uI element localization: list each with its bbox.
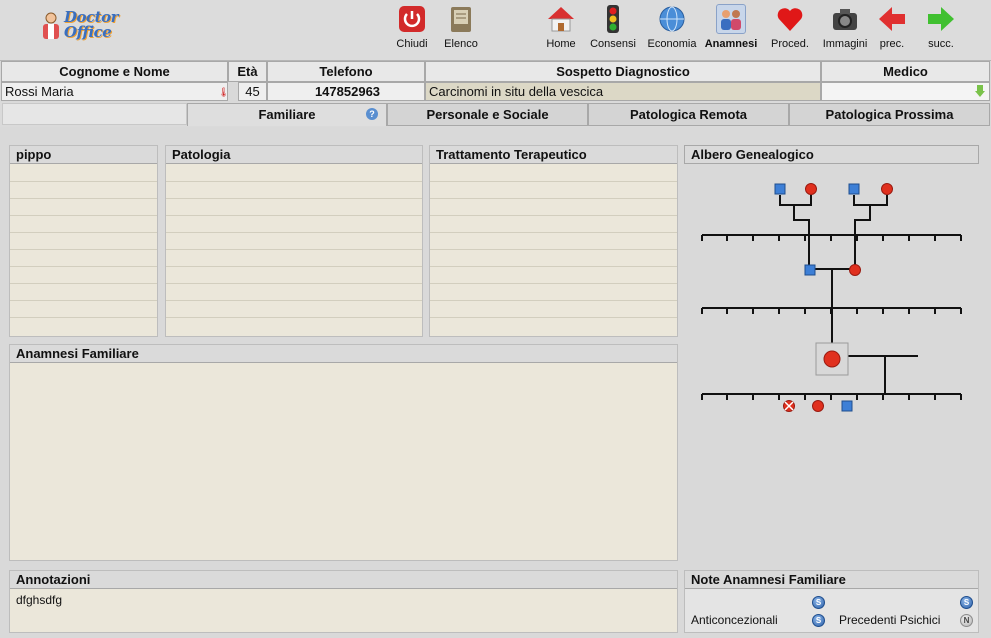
note-anamnesi-header: Note Anamnesi Familiare	[685, 571, 978, 589]
elenco-label: Elenco	[444, 38, 478, 50]
tab-prossima[interactable]: Patologica Prossima	[789, 103, 990, 126]
doctor-icon	[43, 12, 59, 39]
family-icon	[716, 4, 746, 34]
arrow-down-icon	[975, 85, 985, 97]
annotazioni-panel: Annotazioni dfghsdfg	[9, 570, 678, 633]
help-icon[interactable]: ?	[366, 108, 378, 120]
toolbar: Doctor Office Chiudi Elenco Home Consens…	[0, 0, 991, 61]
list-book-icon	[446, 4, 476, 34]
anamnesi-familiare-header: Anamnesi Familiare	[10, 345, 677, 363]
arrow-left-icon	[877, 4, 907, 34]
arrow-right-icon	[926, 4, 956, 34]
child-male-node[interactable]	[841, 400, 853, 412]
tab-familiare[interactable]: Familiare ?	[187, 103, 387, 126]
patient-name: Rossi Maria	[5, 84, 74, 99]
proced-button[interactable]: Proced.	[762, 4, 818, 56]
annotazioni-textarea[interactable]: dfghsdfg	[10, 589, 677, 632]
note-anamnesi-panel: Note Anamnesi Familiare S S Anticoncezio…	[684, 570, 979, 633]
grandfather-left-node[interactable]	[774, 183, 786, 195]
header-age: Età	[228, 61, 267, 82]
anamnesi-familiare-textarea[interactable]	[10, 363, 677, 560]
consensi-label: Consensi	[590, 38, 636, 50]
header-doctor: Medico	[821, 61, 990, 82]
grandfather-right-node[interactable]	[848, 183, 860, 195]
anamnesi-label: Anamnesi	[704, 38, 758, 50]
economia-button[interactable]: Economia	[644, 4, 700, 56]
economia-label: Economia	[647, 38, 697, 50]
anamnesi-button[interactable]: Anamnesi	[703, 4, 759, 56]
heart-icon	[775, 4, 805, 34]
mother-node[interactable]	[849, 264, 861, 276]
elenco-button[interactable]: Elenco	[433, 4, 489, 56]
globe-icon	[657, 4, 687, 34]
succ-label: succ.	[928, 38, 954, 50]
logo-line-2: Office	[64, 23, 112, 41]
column-trattamento-header: Trattamento Terapeutico	[430, 146, 677, 164]
column-trattamento[interactable]: Trattamento Terapeutico	[429, 145, 678, 337]
albero-header: Albero Genealogico	[684, 145, 979, 164]
precedenti-psichici-toggle[interactable]: N	[960, 614, 973, 627]
doctor-select[interactable]	[821, 82, 990, 101]
column-pippo-header: pippo	[10, 146, 157, 164]
family-tree[interactable]	[684, 165, 979, 425]
tab-familiare-label: Familiare	[258, 107, 316, 122]
patient-phone-field[interactable]: 147852963	[267, 82, 425, 101]
diagnosis-field[interactable]: Carcinomi in situ della vescica	[425, 82, 821, 101]
tab-remota[interactable]: Patologica Remota	[588, 103, 789, 126]
header-diagnosis: Sospetto Diagnostico	[425, 61, 821, 82]
header-name: Cognome e Nome	[1, 61, 228, 82]
anticoncezionali-label: Anticoncezionali	[691, 613, 778, 627]
thermometer-icon[interactable]: 🌡	[218, 84, 229, 100]
home-icon	[546, 4, 576, 34]
grandmother-right-node[interactable]	[881, 183, 893, 195]
precedenti-psichici-label: Precedenti Psichici	[839, 613, 941, 627]
tab-spacer	[2, 103, 187, 125]
traffic-light-icon	[598, 4, 628, 34]
consensi-button[interactable]: Consensi	[585, 4, 641, 56]
patient-age-field[interactable]: 45	[238, 82, 267, 101]
annotazioni-header: Annotazioni	[10, 571, 677, 589]
power-icon	[397, 4, 427, 34]
patient-node[interactable]	[823, 350, 841, 368]
grandmother-left-node[interactable]	[805, 183, 817, 195]
patient-name-field[interactable]: Rossi Maria 🌡	[1, 82, 229, 101]
column-patologia-header: Patologia	[166, 146, 422, 164]
toggle-s-button-1[interactable]: S	[812, 596, 825, 609]
camera-icon	[830, 4, 860, 34]
column-pippo[interactable]: pippo	[9, 145, 158, 337]
child-female-node[interactable]	[812, 400, 824, 412]
anamnesi-familiare-panel: Anamnesi Familiare	[9, 344, 678, 561]
column-patologia[interactable]: Patologia	[165, 145, 423, 337]
succ-button[interactable]: succ.	[913, 4, 969, 56]
anticoncezionali-toggle[interactable]: S	[812, 614, 825, 627]
header-phone: Telefono	[267, 61, 425, 82]
father-node[interactable]	[804, 264, 816, 276]
doctor-office-logo: Doctor Office	[40, 8, 135, 44]
tab-personale[interactable]: Personale e Sociale	[387, 103, 588, 126]
toggle-s-button-2[interactable]: S	[960, 596, 973, 609]
